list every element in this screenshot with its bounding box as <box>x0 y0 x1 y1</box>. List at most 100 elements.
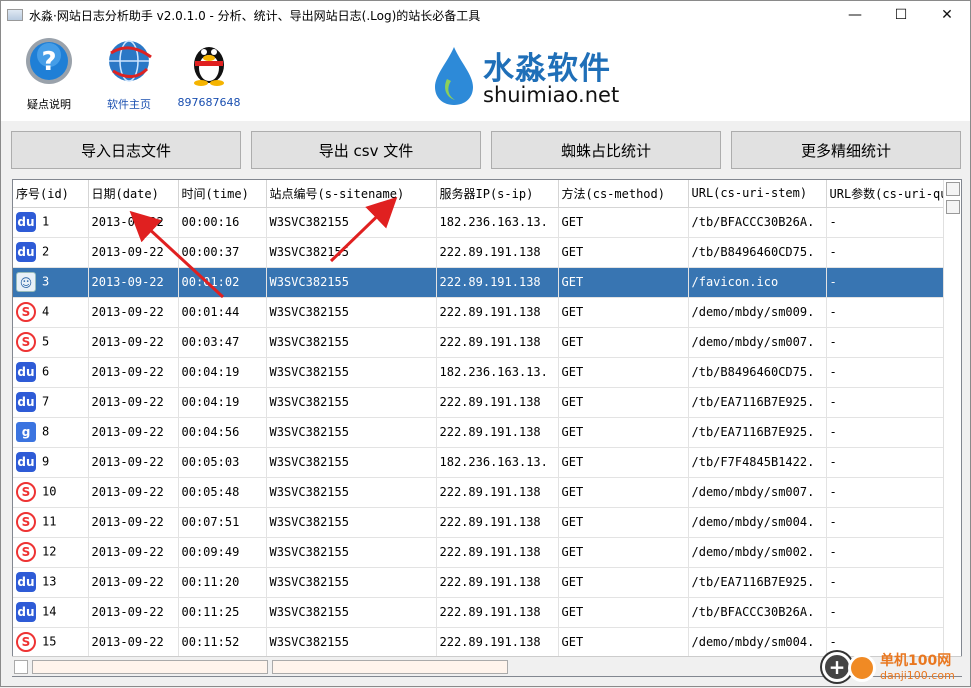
cell-ip-text: 222.89.191.138 <box>439 275 541 289</box>
cell-date-text: 2013-09-22 <box>91 605 164 619</box>
cell-id-text: 15 <box>42 634 57 649</box>
cell-ip-text: 222.89.191.138 <box>439 425 541 439</box>
globe-icon <box>109 40 152 82</box>
cell-url: /demo/mbdy/sm004. <box>688 627 827 658</box>
scroll-up-button[interactable] <box>946 182 960 196</box>
main-content: 导入日志文件 导出 csv 文件 蜘蛛占比统计 更多精细统计 序号(id) 日期… <box>1 121 970 686</box>
cell-method-text: GET <box>561 545 584 559</box>
cell-method: GET <box>558 297 689 328</box>
cell-site: W3SVC382155 <box>266 387 437 418</box>
more-stats-button[interactable]: 更多精细统计 <box>731 131 961 169</box>
cell-time: 00:05:03 <box>178 447 267 478</box>
cell-query: - <box>826 237 949 268</box>
cell-date: 2013-09-22 <box>88 327 179 358</box>
cell-method: GET <box>558 507 689 538</box>
cell-url-text: /demo/mbdy/sm004. <box>691 635 815 649</box>
cell-date-text: 2013-09-22 <box>91 575 164 589</box>
cell-id-text: 4 <box>42 304 50 319</box>
cell-id-text: 6 <box>42 364 50 379</box>
cell-date: 2013-09-22 <box>88 537 179 568</box>
vertical-scrollbar[interactable] <box>943 180 961 676</box>
cell-date-text: 2013-09-22 <box>91 335 164 349</box>
cell-method: GET <box>558 267 689 298</box>
column-header-date[interactable]: 日期(date) <box>88 180 179 208</box>
cell-id-text: 8 <box>42 424 50 439</box>
column-header-time[interactable]: 时间(time) <box>178 180 267 208</box>
question-icon: ? <box>26 38 72 84</box>
table-row[interactable]: du 6 2013-09-22 00:04:19 W3SVC382155 182.236.… <box>13 357 949 388</box>
qq-tool[interactable]: 897687648 <box>173 35 245 109</box>
export-csv-button[interactable]: 导出 csv 文件 <box>251 131 481 169</box>
column-header-sitename[interactable]: 站点编号(s-sitename) <box>266 180 437 208</box>
table-row[interactable]: du 7 2013-09-22 00:04:19 W3SVC382155 222.89.1… <box>13 387 949 418</box>
watermark-cn-text: 单机100网 <box>880 653 952 669</box>
water-drop-icon <box>435 47 473 105</box>
scroll-left-button[interactable] <box>14 660 28 674</box>
table-row[interactable]: du 1 2013-09-22 00:00:16 W3SVC382155 182.236.… <box>13 207 949 238</box>
cell-date-text: 2013-09-22 <box>91 515 164 529</box>
baidu-icon: du <box>16 392 36 412</box>
cell-url: /demo/mbdy/sm009. <box>688 297 827 328</box>
cell-time-text: 00:11:20 <box>181 575 240 589</box>
table-row[interactable]: du 9 2013-09-22 00:05:03 W3SVC382155 182.236.… <box>13 447 949 478</box>
import-log-button[interactable]: 导入日志文件 <box>11 131 241 169</box>
cell-method-text: GET <box>561 425 584 439</box>
horizontal-scroll-track[interactable] <box>272 660 508 674</box>
horizontal-scroll-thumb[interactable] <box>32 660 268 674</box>
cell-ip-text: 182.236.163.13. <box>439 365 548 379</box>
table-row[interactable]: du 2 2013-09-22 00:00:37 W3SVC382155 222.89.1… <box>13 237 949 268</box>
baidu-icon: du <box>16 572 36 592</box>
cell-time-text: 00:04:19 <box>181 365 240 379</box>
google-icon: g <box>16 422 36 442</box>
cell-url: /tb/BFACCC30B26A. <box>688 597 827 628</box>
table-row[interactable]: g 8 2013-09-22 00:04:56 W3SVC382155 222.89.19… <box>13 417 949 448</box>
cell-query-text: - <box>829 425 837 439</box>
column-header-id[interactable]: 序号(id) <box>13 180 89 208</box>
cell-id: du 1 <box>13 207 89 238</box>
column-header-server-ip[interactable]: 服务器IP(s-ip) <box>436 180 559 208</box>
watermark: + 单机100网 danji100.com <box>818 650 968 686</box>
cell-date: 2013-09-22 <box>88 297 179 328</box>
table-row[interactable]: S 10 2013-09-22 00:05:48 W3SVC382155 222.89.1… <box>13 477 949 508</box>
cell-time-text: 00:11:25 <box>181 605 240 619</box>
svg-text:?: ? <box>41 47 56 77</box>
maximize-button[interactable]: ☐ <box>878 1 924 29</box>
cell-ip-text: 222.89.191.138 <box>439 635 541 649</box>
cell-url-text: /favicon.ico <box>691 275 779 289</box>
scroll-thumb[interactable] <box>946 200 960 214</box>
baidu-icon: du <box>16 452 36 472</box>
table-row[interactable]: S 4 2013-09-22 00:01:44 W3SVC382155 222.89.19… <box>13 297 949 328</box>
minimize-button[interactable]: — <box>832 1 878 29</box>
cell-id: du 6 <box>13 357 89 388</box>
cell-date: 2013-09-22 <box>88 237 179 268</box>
cell-method-text: GET <box>561 515 584 529</box>
brand-logo[interactable]: 水淼软件 shuimiao.net <box>431 41 651 111</box>
column-header-url[interactable]: URL(cs-uri-stem) <box>688 180 827 208</box>
table-row[interactable]: ☺ 3 2013-09-22 00:01:02 W3SVC382155 222.89.19… <box>13 267 949 298</box>
help-tool[interactable]: ? 疑点说明 <box>13 35 85 112</box>
cell-ip: 222.89.191.138 <box>436 507 559 538</box>
close-button[interactable]: ✕ <box>924 1 970 29</box>
cell-id: S4 <box>13 297 89 328</box>
table-row[interactable]: S 12 2013-09-22 00:09:49 W3SVC382155 222.89.1… <box>13 537 949 568</box>
watermark-en-text: danji100.com <box>880 669 955 682</box>
cell-method-text: GET <box>561 245 584 259</box>
sogou-icon: S <box>16 332 36 352</box>
homepage-tool[interactable]: 软件主页 <box>93 35 165 112</box>
table-row[interactable]: du 14 2013-09-22 00:11:25 W3SVC382155 222.89.… <box>13 597 949 628</box>
cell-method: GET <box>558 567 689 598</box>
table-row[interactable]: S 11 2013-09-22 00:07:51 W3SVC382155 222.89.1… <box>13 507 949 538</box>
spider-stats-button[interactable]: 蜘蛛占比统计 <box>491 131 721 169</box>
log-table[interactable]: 序号(id) 日期(date) 时间(time) 站点编号(s-sitename… <box>12 179 962 677</box>
cell-date: 2013-09-22 <box>88 507 179 538</box>
cell-url: /demo/mbdy/sm004. <box>688 507 827 538</box>
baidu-icon: du <box>16 362 36 382</box>
cell-ip: 222.89.191.138 <box>436 627 559 658</box>
cell-site: W3SVC382155 <box>266 207 437 238</box>
column-header-method[interactable]: 方法(cs-method) <box>558 180 689 208</box>
table-row[interactable]: S 15 2013-09-22 00:11:52 W3SVC382155 222.89.1… <box>13 627 949 658</box>
column-header-url-query[interactable]: URL参数(cs-uri-qu <box>826 180 949 208</box>
table-row[interactable]: du 13 2013-09-22 00:11:20 W3SVC382155 222.89.… <box>13 567 949 598</box>
table-row[interactable]: S 5 2013-09-22 00:03:47 W3SVC382155 222.89.19… <box>13 327 949 358</box>
cell-date-text: 2013-09-22 <box>91 305 164 319</box>
